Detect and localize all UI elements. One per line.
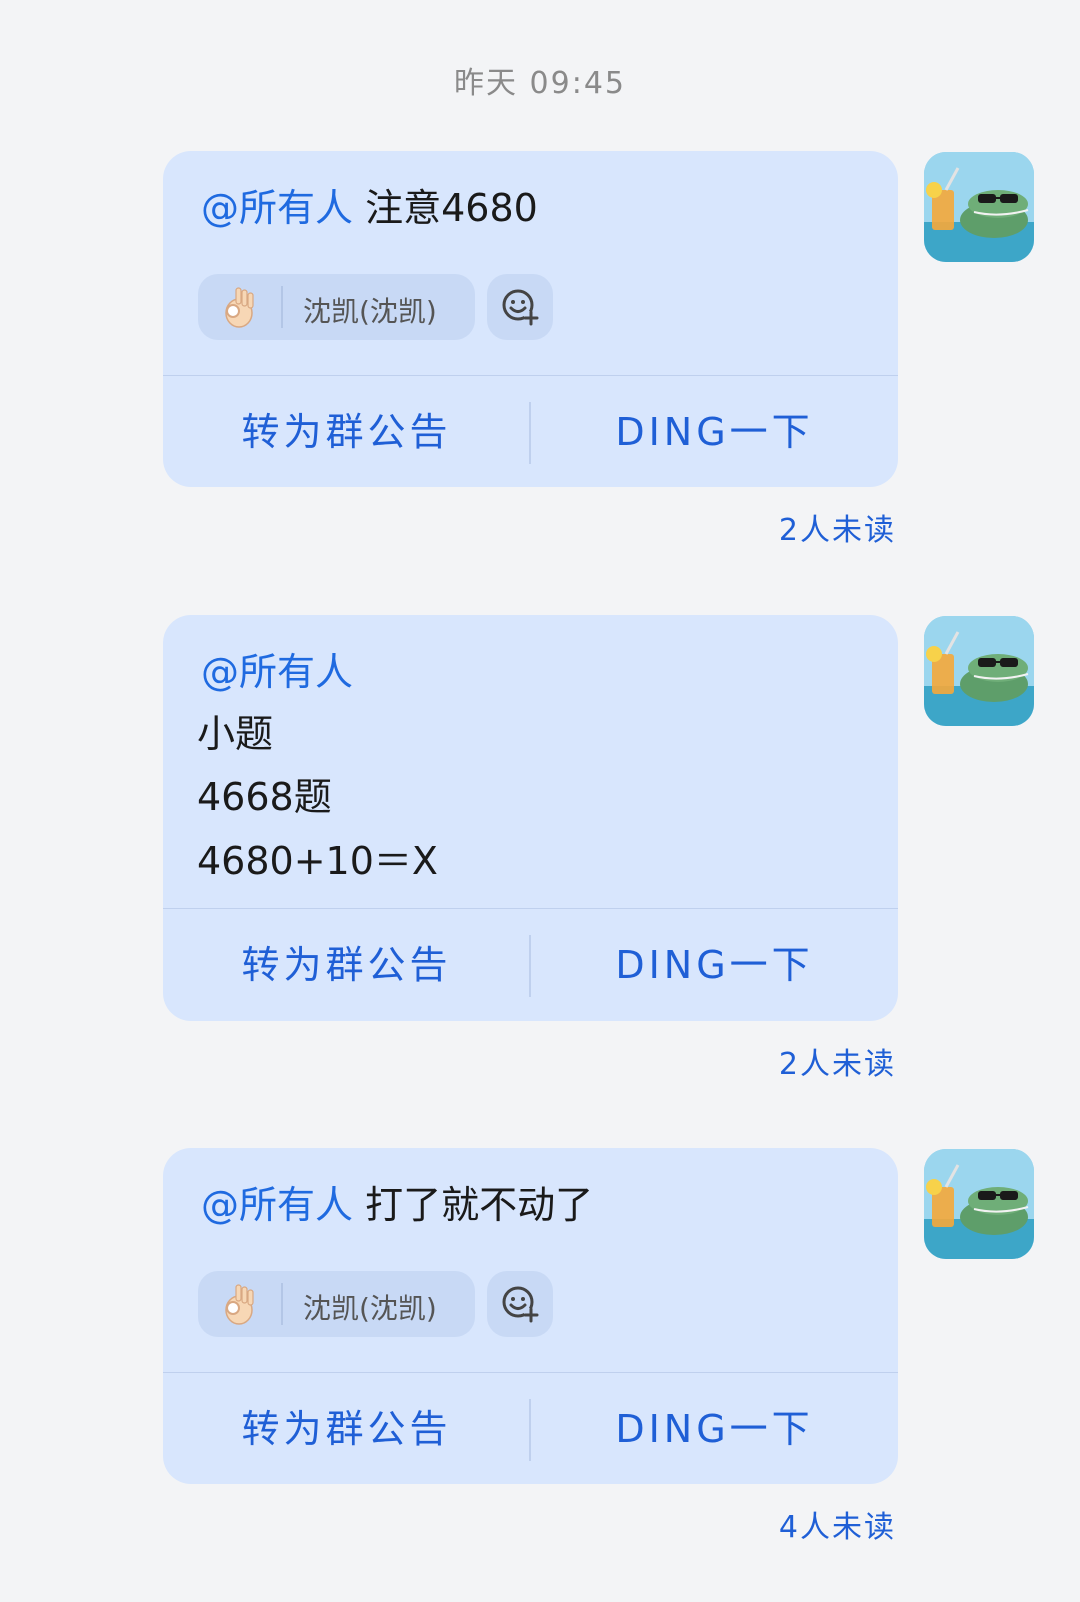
avatar[interactable] — [924, 1149, 1034, 1259]
mention-all[interactable]: @所有人 — [201, 1183, 353, 1227]
message-content: 打了就不动了 — [353, 1183, 594, 1227]
timestamp: 昨天 09:45 — [454, 66, 626, 101]
message-text: @所有人 打了就不动了 — [201, 1186, 593, 1224]
mention-all[interactable]: @所有人 — [201, 186, 353, 230]
convert-to-announcement-button[interactable]: 转为群公告 — [163, 1373, 530, 1484]
ok-hand-emoji-icon — [225, 287, 254, 328]
crocodile-avatar-icon — [924, 152, 1034, 262]
mention-all[interactable]: @所有人 — [201, 650, 353, 694]
add-emoji-icon — [502, 1286, 539, 1323]
reaction-divider — [281, 1283, 283, 1325]
ding-button[interactable]: DING一下 — [531, 909, 898, 1021]
message-text: @所有人 注意4680 — [201, 189, 538, 227]
reaction-user: 沈凯(沈凯) — [303, 1292, 437, 1325]
reaction-chip[interactable]: 沈凯(沈凯) — [198, 1271, 475, 1337]
ding-button[interactable]: DING一下 — [531, 376, 898, 487]
message-bubble[interactable]: @所有人 注意4680 沈凯(沈凯) 转为群公告 DING一下 — [163, 151, 898, 487]
ok-hand-emoji-icon — [225, 1284, 254, 1325]
avatar[interactable] — [924, 616, 1034, 726]
message-actions: 转为群公告 DING一下 — [163, 1372, 898, 1484]
message-line: 小题 — [197, 712, 274, 756]
avatar[interactable] — [924, 152, 1034, 262]
message-text: @所有人 — [201, 653, 353, 691]
message-bubble[interactable]: @所有人 打了就不动了 沈凯(沈凯) 转为群公告 DING一下 — [163, 1148, 898, 1484]
unread-count[interactable]: 4人未读 — [779, 1502, 896, 1546]
convert-to-announcement-button[interactable]: 转为群公告 — [163, 909, 530, 1021]
add-reaction-button[interactable] — [487, 274, 553, 340]
message-line: 4680+10＝X — [197, 839, 438, 883]
message-content: 注意4680 — [353, 186, 538, 230]
unread-count[interactable]: 2人未读 — [779, 505, 896, 549]
message-line: 4668题 — [197, 775, 332, 819]
crocodile-avatar-icon — [924, 616, 1034, 726]
convert-to-announcement-button[interactable]: 转为群公告 — [163, 376, 530, 487]
reaction-divider — [281, 286, 283, 328]
add-emoji-icon — [502, 289, 539, 326]
ding-button[interactable]: DING一下 — [531, 1373, 898, 1484]
reaction-chip[interactable]: 沈凯(沈凯) — [198, 274, 475, 340]
reaction-user: 沈凯(沈凯) — [303, 295, 437, 328]
message-actions: 转为群公告 DING一下 — [163, 908, 898, 1021]
message-bubble[interactable]: @所有人 小题 4668题 4680+10＝X 转为群公告 DING一下 — [163, 615, 898, 1021]
unread-count[interactable]: 2人未读 — [779, 1039, 896, 1083]
message-actions: 转为群公告 DING一下 — [163, 375, 898, 487]
crocodile-avatar-icon — [924, 1149, 1034, 1259]
add-reaction-button[interactable] — [487, 1271, 553, 1337]
